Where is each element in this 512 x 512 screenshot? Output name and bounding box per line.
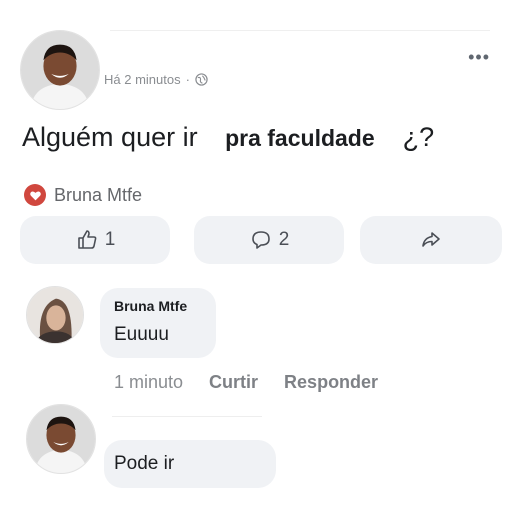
person-photo-icon bbox=[27, 405, 95, 473]
comment-meta: 1 minuto Curtir Responder bbox=[114, 372, 378, 393]
person-photo-icon bbox=[27, 287, 83, 343]
like-count: 1 bbox=[104, 229, 116, 250]
divider bbox=[110, 30, 490, 31]
comment-like-link[interactable]: Curtir bbox=[209, 372, 258, 393]
comment-icon bbox=[249, 228, 273, 252]
post-timestamp[interactable]: Há 2 minutos · bbox=[104, 72, 208, 87]
reactions-name: Bruna Mtfe bbox=[54, 184, 143, 205]
heart-icon bbox=[24, 184, 46, 206]
globe-icon bbox=[195, 73, 208, 86]
reactions-summary[interactable]: Bruna Mtfe bbox=[24, 184, 142, 206]
comment-count: 2 bbox=[278, 229, 290, 250]
post-time-label: Há 2 minutos bbox=[104, 72, 181, 87]
like-button[interactable]: 1 bbox=[20, 216, 170, 264]
comment-author[interactable]: Bruna Mtfe bbox=[114, 298, 187, 314]
post-text-end: ¿? bbox=[402, 122, 435, 152]
reply-author-avatar[interactable] bbox=[26, 404, 96, 474]
share-icon bbox=[419, 228, 443, 252]
comment-button[interactable]: 2 bbox=[194, 216, 344, 264]
post-text-pasted: pra faculdade bbox=[205, 125, 403, 151]
comment-reply-link[interactable]: Responder bbox=[284, 372, 378, 393]
person-photo-icon bbox=[21, 31, 99, 109]
commenter-avatar[interactable] bbox=[26, 286, 84, 344]
comment-text: Euuuu bbox=[114, 324, 169, 345]
share-button[interactable] bbox=[360, 216, 502, 264]
separator-dot: · bbox=[185, 72, 190, 87]
comment-time[interactable]: 1 minuto bbox=[114, 372, 183, 393]
post-author-avatar[interactable] bbox=[20, 30, 100, 110]
reply-text: Pode ir bbox=[114, 453, 175, 474]
post-text-start: Alguém quer ir bbox=[22, 122, 206, 152]
reply-faint-line bbox=[112, 416, 262, 417]
post-text: Alguém quer ir pra faculdade ¿? bbox=[22, 118, 492, 157]
more-options-icon[interactable]: ••• bbox=[468, 48, 490, 66]
thumbs-up-icon bbox=[75, 228, 99, 252]
